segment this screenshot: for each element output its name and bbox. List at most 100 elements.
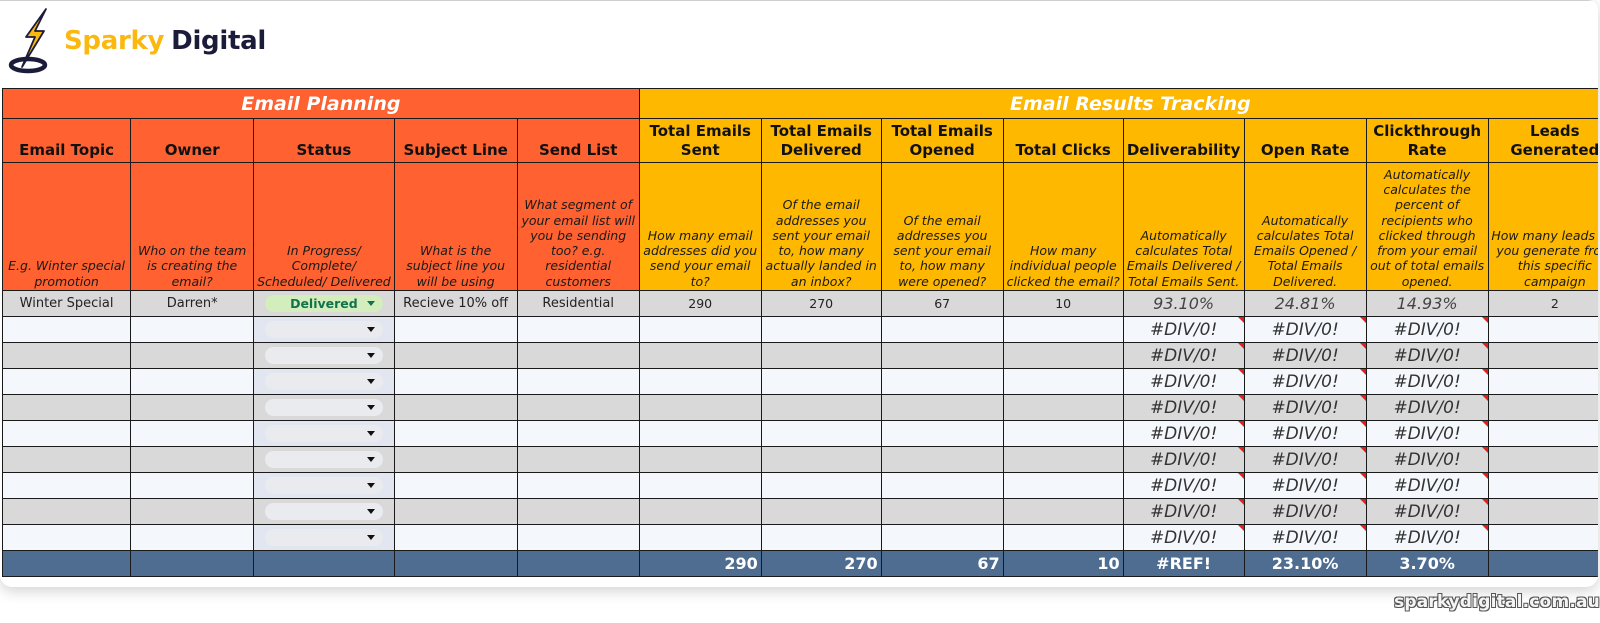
cell-leads[interactable] [1487,498,1598,525]
column-description-owner[interactable]: Who on the team is creating the email? [130,162,255,291]
column-description-open-rate[interactable]: Automatically calculates Total Emails Op… [1243,162,1367,291]
cell-leads[interactable] [1487,420,1598,447]
cell-clicks[interactable] [1002,368,1124,395]
status-dropdown[interactable] [264,529,383,546]
cell-sent[interactable] [638,368,762,395]
total-clicks[interactable]: 10 [1002,550,1124,577]
cell-ctr[interactable]: #DIV/0! [1365,420,1489,447]
cell-owner[interactable] [130,368,255,395]
cell-opened[interactable] [880,368,1004,395]
cell-open-rate[interactable]: #DIV/0! [1243,368,1367,395]
cell-leads[interactable]: 2 [1487,290,1598,317]
status-dropdown[interactable]: Delivered [264,295,383,312]
cell-topic[interactable] [1,472,132,499]
cell-send-list[interactable] [516,472,640,499]
cell-opened[interactable] [880,472,1004,499]
column-description-delivered[interactable]: Of the email addresses you sent your ema… [760,162,882,291]
cell-open-rate[interactable]: #DIV/0! [1243,524,1367,551]
column-description-status[interactable]: In Progress/ Complete/ Scheduled/ Delive… [253,162,395,291]
status-dropdown[interactable] [264,347,383,364]
cell-topic[interactable] [1,368,132,395]
total-deliverability[interactable]: #REF! [1122,550,1245,577]
cell-status[interactable] [253,316,395,343]
cell-delivered[interactable]: 270 [760,290,882,317]
cell-subject[interactable] [393,524,518,551]
cell-send-list[interactable] [516,446,640,473]
chevron-down-icon[interactable] [366,405,375,410]
cell-clicks[interactable] [1002,446,1124,473]
cell-delivered[interactable] [760,420,882,447]
cell-opened[interactable] [880,446,1004,473]
cell-deliverability[interactable]: #DIV/0! [1122,472,1245,499]
cell-send-list[interactable]: Residential [516,290,640,317]
cell-leads[interactable] [1487,342,1598,369]
cell-opened[interactable] [880,394,1004,421]
cell-open-rate[interactable]: #DIV/0! [1243,394,1367,421]
cell-opened[interactable] [880,524,1004,551]
status-dropdown[interactable] [264,425,383,442]
column-header-ctr[interactable]: Clickthrough Rate [1365,118,1489,163]
cell-open-rate[interactable]: #DIV/0! [1243,420,1367,447]
cell-opened[interactable]: 67 [880,290,1004,317]
cell-subject[interactable] [393,316,518,343]
status-dropdown[interactable] [264,321,383,338]
cell-send-list[interactable] [516,394,640,421]
total-leads[interactable] [1487,550,1598,577]
cell-send-list[interactable] [516,342,640,369]
cell-opened[interactable] [880,342,1004,369]
column-description-topic[interactable]: E.g. Winter special promotion [1,162,132,291]
cell-leads[interactable] [1487,368,1598,395]
cell-leads[interactable] [1487,394,1598,421]
cell-status[interactable] [253,342,395,369]
cell-subject[interactable]: Recieve 10% off [393,290,518,317]
cell-ctr[interactable]: #DIV/0! [1365,498,1489,525]
cell-delivered[interactable] [760,446,882,473]
cell-send-list[interactable] [516,420,640,447]
cell-subject[interactable] [393,446,518,473]
cell-leads[interactable] [1487,472,1598,499]
cell-clicks[interactable] [1002,524,1124,551]
cell-ctr[interactable]: #DIV/0! [1365,368,1489,395]
cell-subject[interactable] [393,342,518,369]
cell-deliverability[interactable]: #DIV/0! [1122,446,1245,473]
cell-owner[interactable] [130,342,255,369]
chevron-down-icon[interactable] [366,301,375,306]
cell-status[interactable]: Delivered [253,290,395,317]
cell-clicks[interactable] [1002,472,1124,499]
cell-ctr[interactable]: #DIV/0! [1365,524,1489,551]
cell-subject[interactable] [393,368,518,395]
chevron-down-icon[interactable] [366,483,375,488]
cell-owner[interactable] [130,316,255,343]
cell-status[interactable] [253,420,395,447]
column-description-ctr[interactable]: Automatically calculates the percent of … [1365,162,1489,291]
cell-deliverability[interactable]: #DIV/0! [1122,498,1245,525]
total-subject[interactable] [393,550,518,577]
column-header-owner[interactable]: Owner [130,118,255,163]
column-description-send-list[interactable]: What segment of your email list will you… [516,162,640,291]
cell-ctr[interactable]: #DIV/0! [1365,342,1489,369]
cell-owner[interactable]: Darren* [130,290,255,317]
cell-opened[interactable] [880,498,1004,525]
cell-owner[interactable] [130,472,255,499]
total-sent[interactable]: 290 [638,550,762,577]
cell-ctr[interactable]: #DIV/0! [1365,316,1489,343]
cell-leads[interactable] [1487,446,1598,473]
cell-ctr[interactable]: #DIV/0! [1365,446,1489,473]
cell-leads[interactable] [1487,316,1598,343]
cell-opened[interactable] [880,420,1004,447]
cell-delivered[interactable] [760,524,882,551]
cell-ctr[interactable]: #DIV/0! [1365,472,1489,499]
column-header-opened[interactable]: Total Emails Opened [880,118,1004,163]
total-ctr[interactable]: 3.70% [1365,550,1489,577]
cell-deliverability[interactable]: #DIV/0! [1122,368,1245,395]
cell-ctr[interactable]: #DIV/0! [1365,394,1489,421]
cell-subject[interactable] [393,394,518,421]
cell-deliverability[interactable]: 93.10% [1122,290,1245,317]
cell-clicks[interactable] [1002,316,1124,343]
cell-sent[interactable]: 290 [638,290,762,317]
cell-sent[interactable] [638,342,762,369]
cell-send-list[interactable] [516,498,640,525]
cell-open-rate[interactable]: #DIV/0! [1243,472,1367,499]
cell-sent[interactable] [638,472,762,499]
column-description-opened[interactable]: Of the email addresses you sent your ema… [880,162,1004,291]
